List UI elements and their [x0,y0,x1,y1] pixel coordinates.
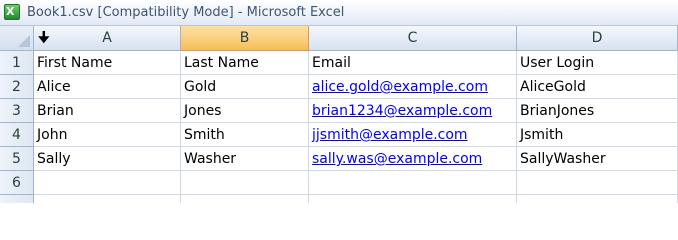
cell-d3[interactable]: BrianJones [517,99,678,123]
title-bar[interactable]: X Book1.csv [Compatibility Mode] - Micro… [0,0,678,26]
row-header-7[interactable] [0,195,34,203]
excel-icon-glyph: X [6,5,15,18]
row-header-2[interactable]: 2 [0,75,34,99]
column-header-b[interactable]: B [181,26,309,51]
cell-c3[interactable]: brian1234@example.com [309,99,517,123]
table-row: 1 First Name Last Name Email User Login [0,51,678,75]
cell-a3[interactable]: Brian [34,99,181,123]
cell-d5[interactable]: SallyWasher [517,147,678,171]
table-row: 4 John Smith jjsmith@example.com Jsmith [0,123,678,147]
cell-c7[interactable] [309,195,517,203]
row-header-6[interactable]: 6 [0,171,34,195]
column-header-d[interactable]: D [517,26,678,51]
cell-a4[interactable]: John [34,123,181,147]
column-header-bar: A B C D 🠋 [0,26,678,51]
window-title: Book1.csv [Compatibility Mode] - Microso… [27,5,345,20]
email-link[interactable]: brian1234@example.com [312,103,492,119]
cell-d6[interactable] [517,171,678,195]
cell-b6[interactable] [181,171,309,195]
cell-c1[interactable]: Email [309,51,517,75]
excel-icon[interactable]: X [4,4,20,20]
cell-b4[interactable]: Smith [181,123,309,147]
select-all-triangle-icon [18,35,30,47]
select-all-button[interactable] [0,26,34,51]
email-link[interactable]: sally.was@example.com [312,151,482,167]
cell-d4[interactable]: Jsmith [517,123,678,147]
cell-d2[interactable]: AliceGold [517,75,678,99]
table-row: 5 Sally Washer sally.was@example.com Sal… [0,147,678,171]
cell-c5[interactable]: sally.was@example.com [309,147,517,171]
cell-b7[interactable] [181,195,309,203]
excel-window: X Book1.csv [Compatibility Mode] - Micro… [0,0,678,203]
email-link[interactable]: alice.gold@example.com [312,79,488,95]
cell-a6[interactable] [34,171,181,195]
table-row: 3 Brian Jones brian1234@example.com Bria… [0,99,678,123]
table-row [0,195,678,203]
column-header-c[interactable]: C [309,26,517,51]
row-header-5[interactable]: 5 [0,147,34,171]
row-header-4[interactable]: 4 [0,123,34,147]
table-row: 6 [0,171,678,195]
cell-a2[interactable]: Alice [34,75,181,99]
cell-c2[interactable]: alice.gold@example.com [309,75,517,99]
column-select-cursor-icon: 🠋 [38,30,50,46]
cell-b1[interactable]: Last Name [181,51,309,75]
row-header-1[interactable]: 1 [0,51,34,75]
cell-d1[interactable]: User Login [517,51,678,75]
row-header-3[interactable]: 3 [0,99,34,123]
column-header-a[interactable]: A [34,26,181,51]
cell-b3[interactable]: Jones [181,99,309,123]
cell-a7[interactable] [34,195,181,203]
cell-b5[interactable]: Washer [181,147,309,171]
cell-c6[interactable] [309,171,517,195]
cell-b2[interactable]: Gold [181,75,309,99]
table-row: 2 Alice Gold alice.gold@example.com Alic… [0,75,678,99]
cell-c4[interactable]: jjsmith@example.com [309,123,517,147]
cell-d7[interactable] [517,195,678,203]
email-link[interactable]: jjsmith@example.com [312,127,468,143]
cell-a1[interactable]: First Name [34,51,181,75]
cell-a5[interactable]: Sally [34,147,181,171]
